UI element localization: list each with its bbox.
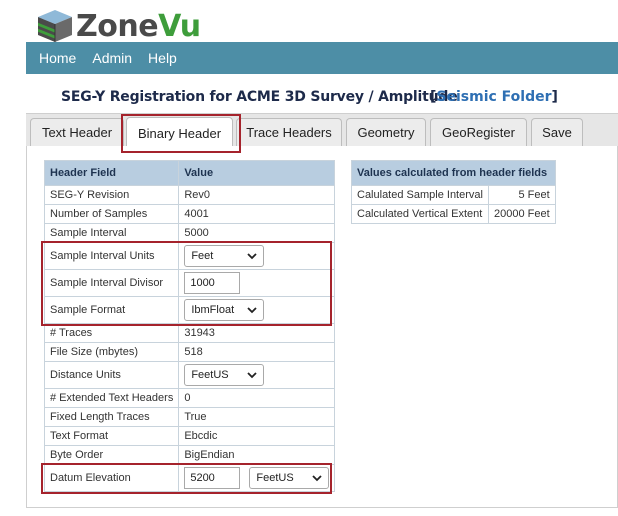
table-row: Distance Units FeetUS [43,361,336,389]
table-row: Text Format Ebcdic [43,426,336,446]
table-row: Sample Interval Divisor 1000 [43,269,336,297]
field-label: Number of Samples [43,204,180,224]
tab-georegister[interactable]: GeoRegister [430,118,527,146]
col-header-value: Value [178,160,336,186]
chevron-down-icon [247,253,257,260]
calc-value: 20000 Feet [487,204,556,224]
calc-table-title: Values calculated from header fields [351,160,556,186]
sample-format-select[interactable]: IbmFloat [184,299,265,321]
table-row: Byte Order BigEndian [43,445,336,465]
table-row: Calulated Sample Interval 5 Feet [351,185,556,205]
table-row: SEG-Y Revision Rev0 [43,185,336,205]
nav-admin[interactable]: Admin [92,50,132,66]
field-value: 518 [178,342,336,362]
table-row: # Extended Text Headers 0 [43,388,336,408]
table-row: Sample Interval Units Feet [43,242,336,270]
binary-header-table: Header Field Value SEG-Y Revision Rev0 N… [43,160,336,492]
field-label: Text Format [43,426,180,446]
field-label: Sample Interval [43,223,180,243]
col-header-field: Header Field [43,160,180,186]
field-value: BigEndian [178,445,336,465]
field-label: Distance Units [43,361,180,389]
field-label: Fixed Length Traces [43,407,180,427]
field-label: Datum Elevation [43,464,180,492]
field-label: SEG-Y Revision [43,185,180,205]
tab-binary-header[interactable]: Binary Header [126,117,233,148]
table-row: Fixed Length Traces True [43,407,336,427]
field-label: File Size (mbytes) [43,342,180,362]
chevron-down-icon [312,475,323,482]
tab-save[interactable]: Save [531,118,583,146]
field-label: Byte Order [43,445,180,465]
field-value: True [178,407,336,427]
table-row: # Traces 31943 [43,323,336,343]
page-title: SEG-Y Registration for ACME 3D Survey / … [61,89,458,105]
nav-home[interactable]: Home [39,50,76,66]
chevron-down-icon [247,307,257,314]
calc-value: 5 Feet [487,185,556,205]
calc-label: Calulated Sample Interval [351,185,489,205]
field-label: # Traces [43,323,180,343]
tab-trace-headers[interactable]: Trace Headers [236,118,342,146]
seismic-folder-link-wrap: [Seismic Folder] [430,89,558,105]
field-label: # Extended Text Headers [43,388,180,408]
field-label: Sample Interval Divisor [43,269,180,297]
field-value: 5000 [178,223,336,243]
table-row: File Size (mbytes) 518 [43,342,336,362]
zonevu-logo[interactable]: ZoneVu [36,8,201,44]
table-row: Datum Elevation 5200 FeetUS [43,464,336,492]
table-row: Sample Format IbmFloat [43,296,336,324]
calc-label: Calculated Vertical Extent [351,204,489,224]
field-label: Sample Format [43,296,180,324]
field-value: Rev0 [178,185,336,205]
sample-interval-units-select[interactable]: Feet [184,245,265,267]
top-navbar: Home Admin Help [26,42,618,74]
field-value: 31943 [178,323,336,343]
field-label: Sample Interval Units [43,242,180,270]
table-row: Calculated Vertical Extent 20000 Feet [351,204,556,224]
field-value: 0 [178,388,336,408]
tab-text-header[interactable]: Text Header [30,118,124,146]
chevron-down-icon [247,372,257,379]
field-value: 4001 [178,204,336,224]
tab-geometry[interactable]: Geometry [346,118,426,146]
table-row: Sample Interval 5000 [43,223,336,243]
distance-units-select[interactable]: FeetUS [184,364,265,386]
nav-help[interactable]: Help [148,50,177,66]
calculated-values-table: Values calculated from header fields Cal… [351,160,556,224]
datum-elevation-units-select[interactable]: FeetUS [249,467,330,489]
table-row: Number of Samples 4001 [43,204,336,224]
cube-logo-icon [38,10,72,42]
datum-elevation-input[interactable]: 5200 [184,467,241,489]
logo-text: ZoneVu [76,8,201,44]
sample-interval-divisor-input[interactable]: 1000 [184,272,241,294]
field-value: Ebcdic [178,426,336,446]
seismic-folder-link[interactable]: Seismic Folder [436,89,551,105]
